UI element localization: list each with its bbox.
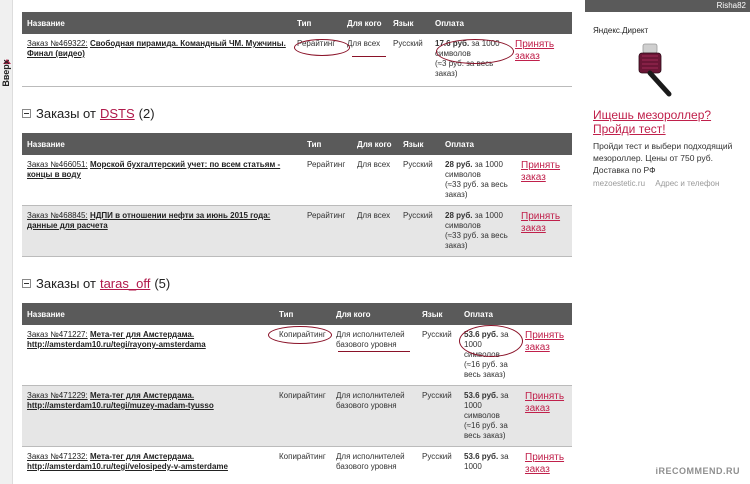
col-action xyxy=(510,12,572,34)
order-name[interactable]: Заказ №466051: Морской бухгалтерский уче… xyxy=(22,155,302,206)
order-price: 53.6 руб. за 1000 символов (≈16 руб. за в… xyxy=(459,325,520,386)
col-language: Язык xyxy=(388,12,430,34)
col-language: Язык xyxy=(417,303,459,325)
watermark-logo: iRECOMMEND.RU xyxy=(655,466,740,476)
scroll-top-label: Вверх xyxy=(1,59,11,87)
order-name[interactable]: Заказ №471229: Мета-тег для Амстердама. h… xyxy=(22,385,274,447)
table-row: Заказ №469322: Свободная пирамида. Коман… xyxy=(22,34,572,87)
col-payment: Оплата xyxy=(430,12,510,34)
col-payment: Оплата xyxy=(459,303,520,325)
order-for-whom: Для исполнителей базового уровня xyxy=(331,385,417,447)
ad-footer: mezoestetic.ru Адрес и телефон xyxy=(593,179,719,188)
ad-header[interactable]: Яндекс.Директ xyxy=(593,26,648,35)
table-row: Заказ №471227: Мета-тег для Амстердама. h… xyxy=(22,325,572,386)
accept-order-link[interactable]: Принять заказ xyxy=(520,385,572,447)
user-bar: Risha82 xyxy=(585,0,750,12)
table-header: Название Тип Для кого Язык Оплата xyxy=(22,303,572,325)
order-language: Русский xyxy=(398,155,440,206)
col-type: Тип xyxy=(302,133,352,155)
order-for-whom: Для всех xyxy=(342,34,388,87)
ad-title-link[interactable]: Ищешь мезороллер? Пройди тест! xyxy=(593,108,748,136)
col-for-whom: Для кого xyxy=(331,303,417,325)
order-for-whom: Для исполнителей базового уровня xyxy=(331,325,417,386)
col-language: Язык xyxy=(398,133,440,155)
accept-order-link[interactable]: Принять заказ xyxy=(520,325,572,386)
order-type: Копирайтинг xyxy=(274,325,331,386)
order-language: Русский xyxy=(398,205,440,257)
col-type: Тип xyxy=(292,12,342,34)
order-name[interactable]: Заказ №471227: Мета-тег для Амстердама. h… xyxy=(22,325,274,386)
order-for-whom: Для всех xyxy=(352,205,398,257)
order-for-whom: Для исполнителей базового уровня xyxy=(331,446,417,484)
order-type: Рерайтинг xyxy=(292,34,342,87)
ad-text: Пройди тест и выбери подходящий мезоролл… xyxy=(593,141,733,175)
group-title-taras-off: Заказы от taras_off (5) xyxy=(22,276,170,291)
col-name: Название xyxy=(22,12,292,34)
orders-table-group-1: Название Тип Для кого Язык Оплата Заказ … xyxy=(22,133,572,257)
col-type: Тип xyxy=(274,303,331,325)
col-name: Название xyxy=(22,303,274,325)
author-link[interactable]: DSTS xyxy=(100,106,135,121)
col-name: Название xyxy=(22,133,302,155)
order-type: Копирайтинг xyxy=(274,446,331,484)
order-language: Русский xyxy=(388,34,430,87)
group-title-dsts: Заказы от DSTS (2) xyxy=(22,106,155,121)
order-price: 28 руб. за 1000 символов (≈33 руб. за вес… xyxy=(440,155,516,206)
page: Вверх Название Тип Для кого Язык Оплата … xyxy=(0,0,750,484)
order-language: Русский xyxy=(417,325,459,386)
table-row: Заказ №468845: НДПИ в отношении нефти за… xyxy=(22,205,572,257)
accept-order-link[interactable]: Принять заказ xyxy=(516,205,572,257)
order-price: 53.6 руб. за 1000 xyxy=(459,446,520,484)
collapse-icon[interactable] xyxy=(22,279,31,288)
order-price: 53.6 руб. за 1000 символов (≈16 руб. за в… xyxy=(459,385,520,447)
scroll-to-top[interactable]: Вверх xyxy=(0,0,13,484)
col-for-whom: Для кого xyxy=(342,12,388,34)
table-row: Заказ №466051: Морской бухгалтерский уче… xyxy=(22,155,572,206)
col-action xyxy=(520,303,572,325)
order-language: Русский xyxy=(417,385,459,447)
col-action xyxy=(516,133,572,155)
ad-contact-link[interactable]: Адрес и телефон xyxy=(655,179,719,188)
table-header: Название Тип Для кого Язык Оплата xyxy=(22,133,572,155)
table-header: Название Тип Для кого Язык Оплата xyxy=(22,12,572,34)
author-link[interactable]: taras_off xyxy=(100,276,150,291)
order-type: Копирайтинг xyxy=(274,385,331,447)
orders-table-group-0: Название Тип Для кого Язык Оплата Заказ … xyxy=(22,12,572,87)
order-price: 28 руб. за 1000 символов (≈33 руб. за вес… xyxy=(440,205,516,257)
order-type: Рерайтинг xyxy=(302,155,352,206)
order-for-whom: Для всех xyxy=(352,155,398,206)
orders-table-group-2: Название Тип Для кого Язык Оплата Заказ … xyxy=(22,303,572,484)
col-payment: Оплата xyxy=(440,133,516,155)
ad-domain[interactable]: mezoestetic.ru xyxy=(593,179,645,188)
collapse-icon[interactable] xyxy=(22,109,31,118)
order-price: 17.6 руб. за 1000 символов (≈3 руб. за ве… xyxy=(430,34,510,87)
table-row: Заказ №471229: Мета-тег для Амстердама. h… xyxy=(22,385,572,447)
order-name[interactable]: Заказ №471232: Мета-тег для Амстердама. h… xyxy=(22,446,274,484)
table-row: Заказ №471232: Мета-тег для Амстердама. h… xyxy=(22,446,572,484)
user-name[interactable]: Risha82 xyxy=(717,1,746,10)
accept-order-link[interactable]: Принять заказ xyxy=(510,34,572,87)
order-language: Русский xyxy=(417,446,459,484)
order-name[interactable]: Заказ №468845: НДПИ в отношении нефти за… xyxy=(22,205,302,257)
orders-column: Название Тип Для кого Язык Оплата Заказ … xyxy=(22,0,572,484)
order-type: Рерайтинг xyxy=(302,205,352,257)
mesoroller-image[interactable] xyxy=(625,38,689,98)
accept-order-link[interactable]: Принять заказ xyxy=(520,446,572,484)
col-for-whom: Для кого xyxy=(352,133,398,155)
order-name[interactable]: Заказ №469322: Свободная пирамида. Коман… xyxy=(22,34,292,87)
ad-column: Risha82 Яндекс.Директ Ищешь мезороллер? … xyxy=(585,0,750,484)
accept-order-link[interactable]: Принять заказ xyxy=(516,155,572,206)
